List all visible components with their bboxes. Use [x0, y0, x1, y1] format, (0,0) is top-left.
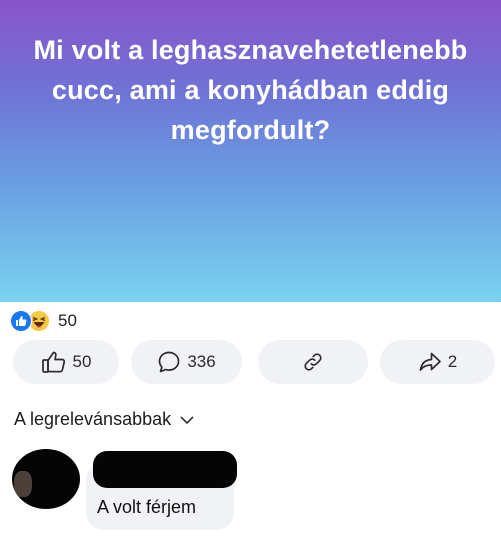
comment-count: 336 — [187, 352, 216, 371]
avatar-photo — [14, 471, 32, 497]
thumbs-up-icon — [41, 350, 67, 374]
post-banner: Mi volt a leghasznavehetetlenebb cucc, a… — [0, 0, 501, 302]
link-icon — [302, 351, 324, 373]
like-count: 50 — [72, 352, 92, 371]
redaction-bar — [93, 451, 237, 488]
share-count: 2 — [447, 352, 458, 371]
reaction-summary[interactable]: 50 — [10, 309, 77, 333]
share-button[interactable]: 2 — [380, 340, 495, 384]
sort-label: A legrelevánsabbak — [14, 408, 172, 429]
comment-sort-dropdown[interactable]: A legrelevánsabbak — [14, 406, 195, 432]
like-button[interactable]: 50 — [13, 340, 119, 384]
comment-button[interactable]: 336 — [131, 340, 242, 384]
share-arrow-icon — [418, 351, 442, 373]
copy-link-button[interactable] — [258, 340, 368, 384]
avatar[interactable] — [12, 449, 80, 509]
comment-text: A volt férjem — [97, 497, 197, 517]
chevron-down-icon — [179, 409, 195, 430]
comment-bubble-icon — [157, 350, 181, 374]
reaction-count: 50 — [58, 311, 77, 330]
like-reaction-icon — [10, 310, 32, 332]
action-bar: 50 336 2 — [13, 340, 495, 386]
post-text: Mi volt a leghasznavehetetlenebb cucc, a… — [33, 35, 468, 145]
